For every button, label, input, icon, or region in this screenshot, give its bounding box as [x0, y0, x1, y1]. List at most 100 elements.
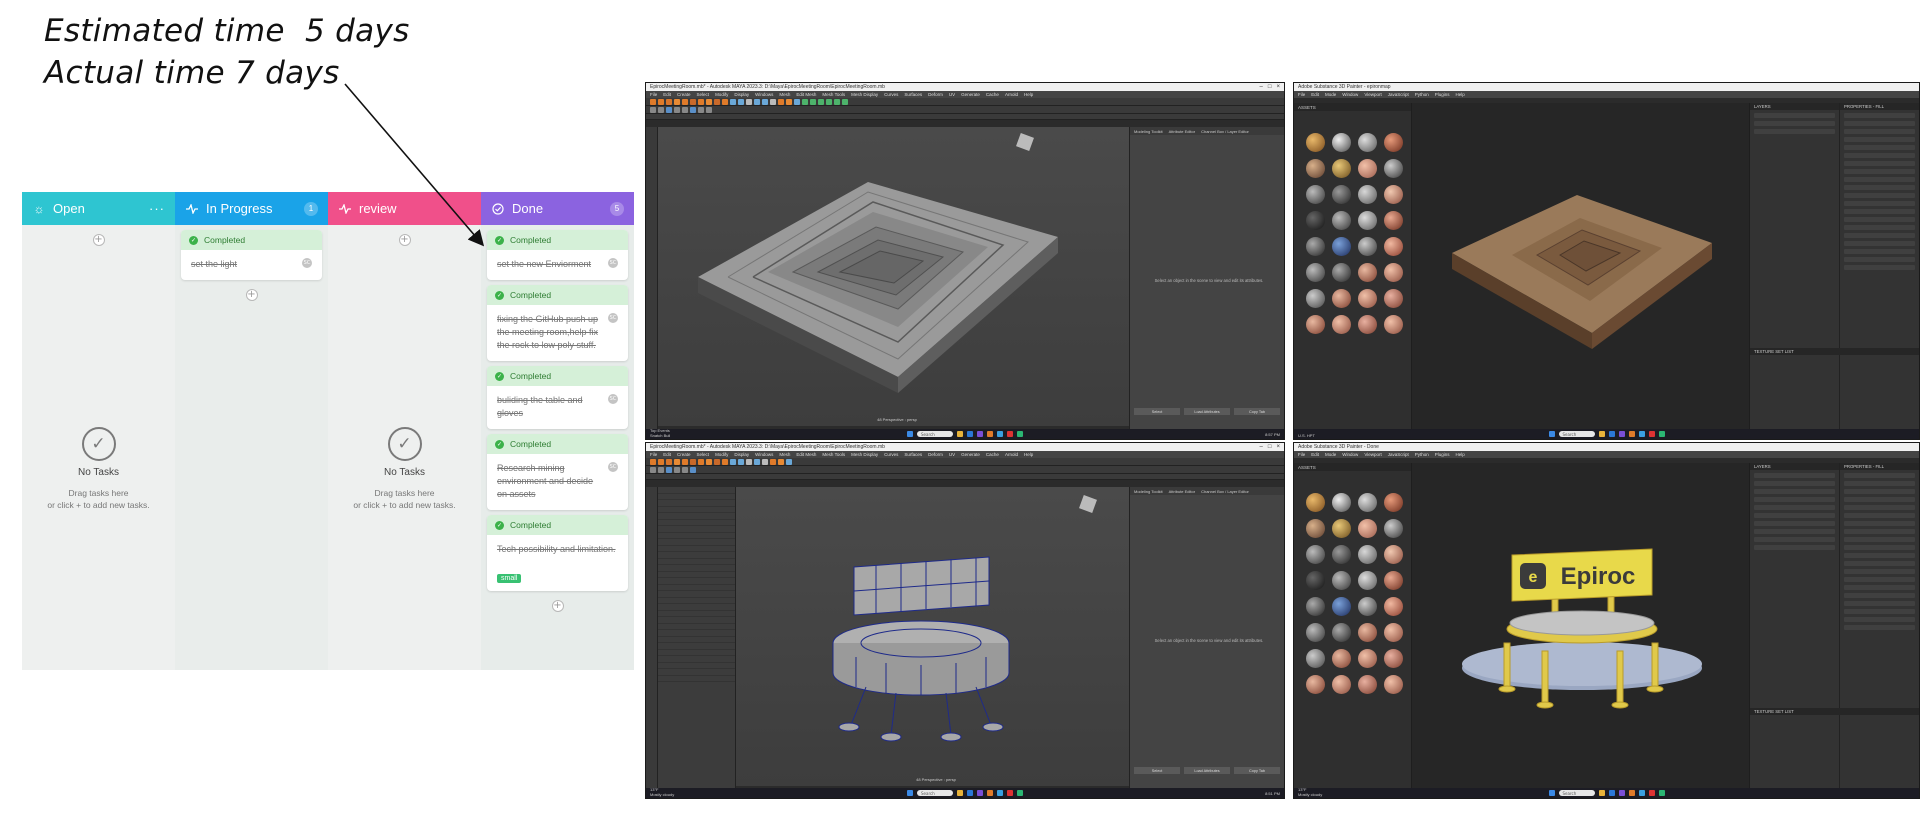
- menu-file[interactable]: File: [1298, 452, 1305, 457]
- task-card[interactable]: ✓ Completed buliding the table and gloves…: [487, 366, 628, 429]
- menu-viewport[interactable]: Viewport: [1364, 452, 1381, 457]
- menu-windows[interactable]: Windows: [755, 92, 773, 97]
- menu-javascript[interactable]: JavaScript: [1388, 452, 1409, 457]
- avatar[interactable]: SC: [608, 462, 618, 472]
- menu-display[interactable]: Display: [734, 452, 749, 457]
- menu-mesh-display[interactable]: Mesh Display: [851, 92, 878, 97]
- menu-edit-mesh[interactable]: Edit Mesh: [796, 92, 816, 97]
- tab-attribute-editor[interactable]: Attribute Editor: [1169, 129, 1195, 134]
- viewport-3d[interactable]: [1412, 103, 1749, 429]
- taskbar-search[interactable]: Search: [1558, 790, 1595, 796]
- menu-cache[interactable]: Cache: [986, 452, 999, 457]
- menu-file[interactable]: File: [650, 92, 657, 97]
- menu-create[interactable]: Create: [677, 92, 691, 97]
- outliner-panel[interactable]: [658, 487, 736, 788]
- task-card[interactable]: ✓ Completed set the new Enviorment SC: [487, 230, 628, 280]
- menu-generate[interactable]: Generate: [961, 452, 980, 457]
- task-card[interactable]: ✓ Completed set the light SC: [181, 230, 322, 280]
- tab-channel-box[interactable]: Channel Box / Layer Editor: [1201, 129, 1249, 134]
- menu-mesh-tools[interactable]: Mesh Tools: [822, 452, 845, 457]
- menu-mesh[interactable]: Mesh: [779, 452, 790, 457]
- menu-file[interactable]: File: [1298, 92, 1305, 97]
- add-task-button[interactable]: +: [245, 289, 258, 301]
- copy-tab-button[interactable]: Copy Tab: [1234, 408, 1280, 415]
- menu-select[interactable]: Select: [697, 452, 710, 457]
- menu-select[interactable]: Select: [697, 92, 710, 97]
- column-header-review[interactable]: review: [328, 192, 481, 225]
- close-icon[interactable]: ×: [1276, 444, 1280, 450]
- menu-curves[interactable]: Curves: [884, 92, 898, 97]
- menu-help[interactable]: Help: [1024, 92, 1033, 97]
- viewport-3d[interactable]: 48 Perspective : persp: [736, 487, 1136, 786]
- menu-viewport[interactable]: Viewport: [1364, 92, 1381, 97]
- menu-curves[interactable]: Curves: [884, 452, 898, 457]
- menu-edit-mesh[interactable]: Edit Mesh: [796, 452, 816, 457]
- tab-modeling-toolkit[interactable]: Modeling Toolkit: [1134, 129, 1163, 134]
- column-header-in-progress[interactable]: In Progress 1: [175, 192, 328, 225]
- menu-surfaces[interactable]: Surfaces: [904, 452, 922, 457]
- menu-uv[interactable]: UV: [949, 452, 955, 457]
- menu-deform[interactable]: Deform: [928, 452, 943, 457]
- menu-mesh-tools[interactable]: Mesh Tools: [822, 92, 845, 97]
- menu-mode[interactable]: Mode: [1325, 92, 1336, 97]
- menu-windows[interactable]: Windows: [755, 452, 773, 457]
- menu-cache[interactable]: Cache: [986, 92, 999, 97]
- menu-edit[interactable]: Edit: [663, 92, 671, 97]
- close-icon[interactable]: ×: [1276, 84, 1280, 90]
- menu-javascript[interactable]: JavaScript: [1388, 92, 1409, 97]
- menu-generate[interactable]: Generate: [961, 92, 980, 97]
- add-task-button[interactable]: +: [92, 234, 105, 246]
- tab-channel-box[interactable]: Channel Box / Layer Editor: [1201, 489, 1249, 494]
- add-task-button[interactable]: +: [398, 234, 411, 246]
- copy-tab-button[interactable]: Copy Tab: [1234, 767, 1280, 774]
- menu-arnold[interactable]: Arnold: [1005, 452, 1018, 457]
- menu-file[interactable]: File: [650, 452, 657, 457]
- task-card[interactable]: ✓ Completed Research mining environment a…: [487, 434, 628, 510]
- menu-surfaces[interactable]: Surfaces: [904, 92, 922, 97]
- maximize-icon[interactable]: □: [1268, 444, 1272, 450]
- menu-help[interactable]: Help: [1456, 92, 1465, 97]
- menu-mode[interactable]: Mode: [1325, 452, 1336, 457]
- menu-modify[interactable]: Modify: [715, 452, 728, 457]
- avatar[interactable]: SC: [302, 258, 312, 268]
- column-header-open[interactable]: ☼ Open ···: [22, 192, 175, 225]
- tab-attribute-editor[interactable]: Attribute Editor: [1169, 489, 1195, 494]
- size-tag[interactable]: small: [497, 574, 522, 583]
- menu-mesh[interactable]: Mesh: [779, 92, 790, 97]
- maximize-icon[interactable]: □: [1268, 84, 1272, 90]
- menu-display[interactable]: Display: [734, 92, 749, 97]
- menu-python[interactable]: Python: [1415, 452, 1429, 457]
- menu-python[interactable]: Python: [1415, 92, 1429, 97]
- menu-create[interactable]: Create: [677, 452, 691, 457]
- menu-edit[interactable]: Edit: [1311, 92, 1319, 97]
- tab-modeling-toolkit[interactable]: Modeling Toolkit: [1134, 489, 1163, 494]
- task-card[interactable]: ✓ Completed Tech possibility and limitati…: [487, 515, 628, 591]
- menu-window[interactable]: Window: [1342, 452, 1358, 457]
- avatar[interactable]: SC: [608, 394, 618, 404]
- avatar[interactable]: SC: [608, 313, 618, 323]
- task-card[interactable]: ✓ Completed fixing the GitHub push up the…: [487, 285, 628, 361]
- menu-window[interactable]: Window: [1342, 92, 1358, 97]
- menu-edit[interactable]: Edit: [663, 452, 671, 457]
- menu-arnold[interactable]: Arnold: [1005, 92, 1018, 97]
- minimize-icon[interactable]: –: [1260, 84, 1263, 90]
- menu-help[interactable]: Help: [1456, 452, 1465, 457]
- menu-edit[interactable]: Edit: [1311, 452, 1319, 457]
- menu-help[interactable]: Help: [1024, 452, 1033, 457]
- viewport-3d[interactable]: e Epiroc: [1412, 463, 1749, 788]
- select-button[interactable]: Select: [1134, 767, 1180, 774]
- menu-modify[interactable]: Modify: [715, 92, 728, 97]
- column-header-done[interactable]: Done 5: [481, 192, 634, 225]
- avatar[interactable]: SC: [608, 258, 618, 268]
- load-attributes-button[interactable]: Load Attributes: [1184, 767, 1230, 774]
- add-task-button[interactable]: +: [551, 600, 564, 612]
- menu-mesh-display[interactable]: Mesh Display: [851, 452, 878, 457]
- more-options-icon[interactable]: ···: [149, 201, 165, 216]
- taskbar-search[interactable]: Search: [917, 790, 953, 796]
- taskbar-search[interactable]: Search: [1558, 431, 1595, 437]
- menu-plugins[interactable]: Plugins: [1435, 92, 1450, 97]
- select-button[interactable]: Select: [1134, 408, 1180, 415]
- minimize-icon[interactable]: –: [1260, 444, 1263, 450]
- menu-uv[interactable]: UV: [949, 92, 955, 97]
- viewport-3d[interactable]: 48 Perspective : persp: [658, 127, 1136, 426]
